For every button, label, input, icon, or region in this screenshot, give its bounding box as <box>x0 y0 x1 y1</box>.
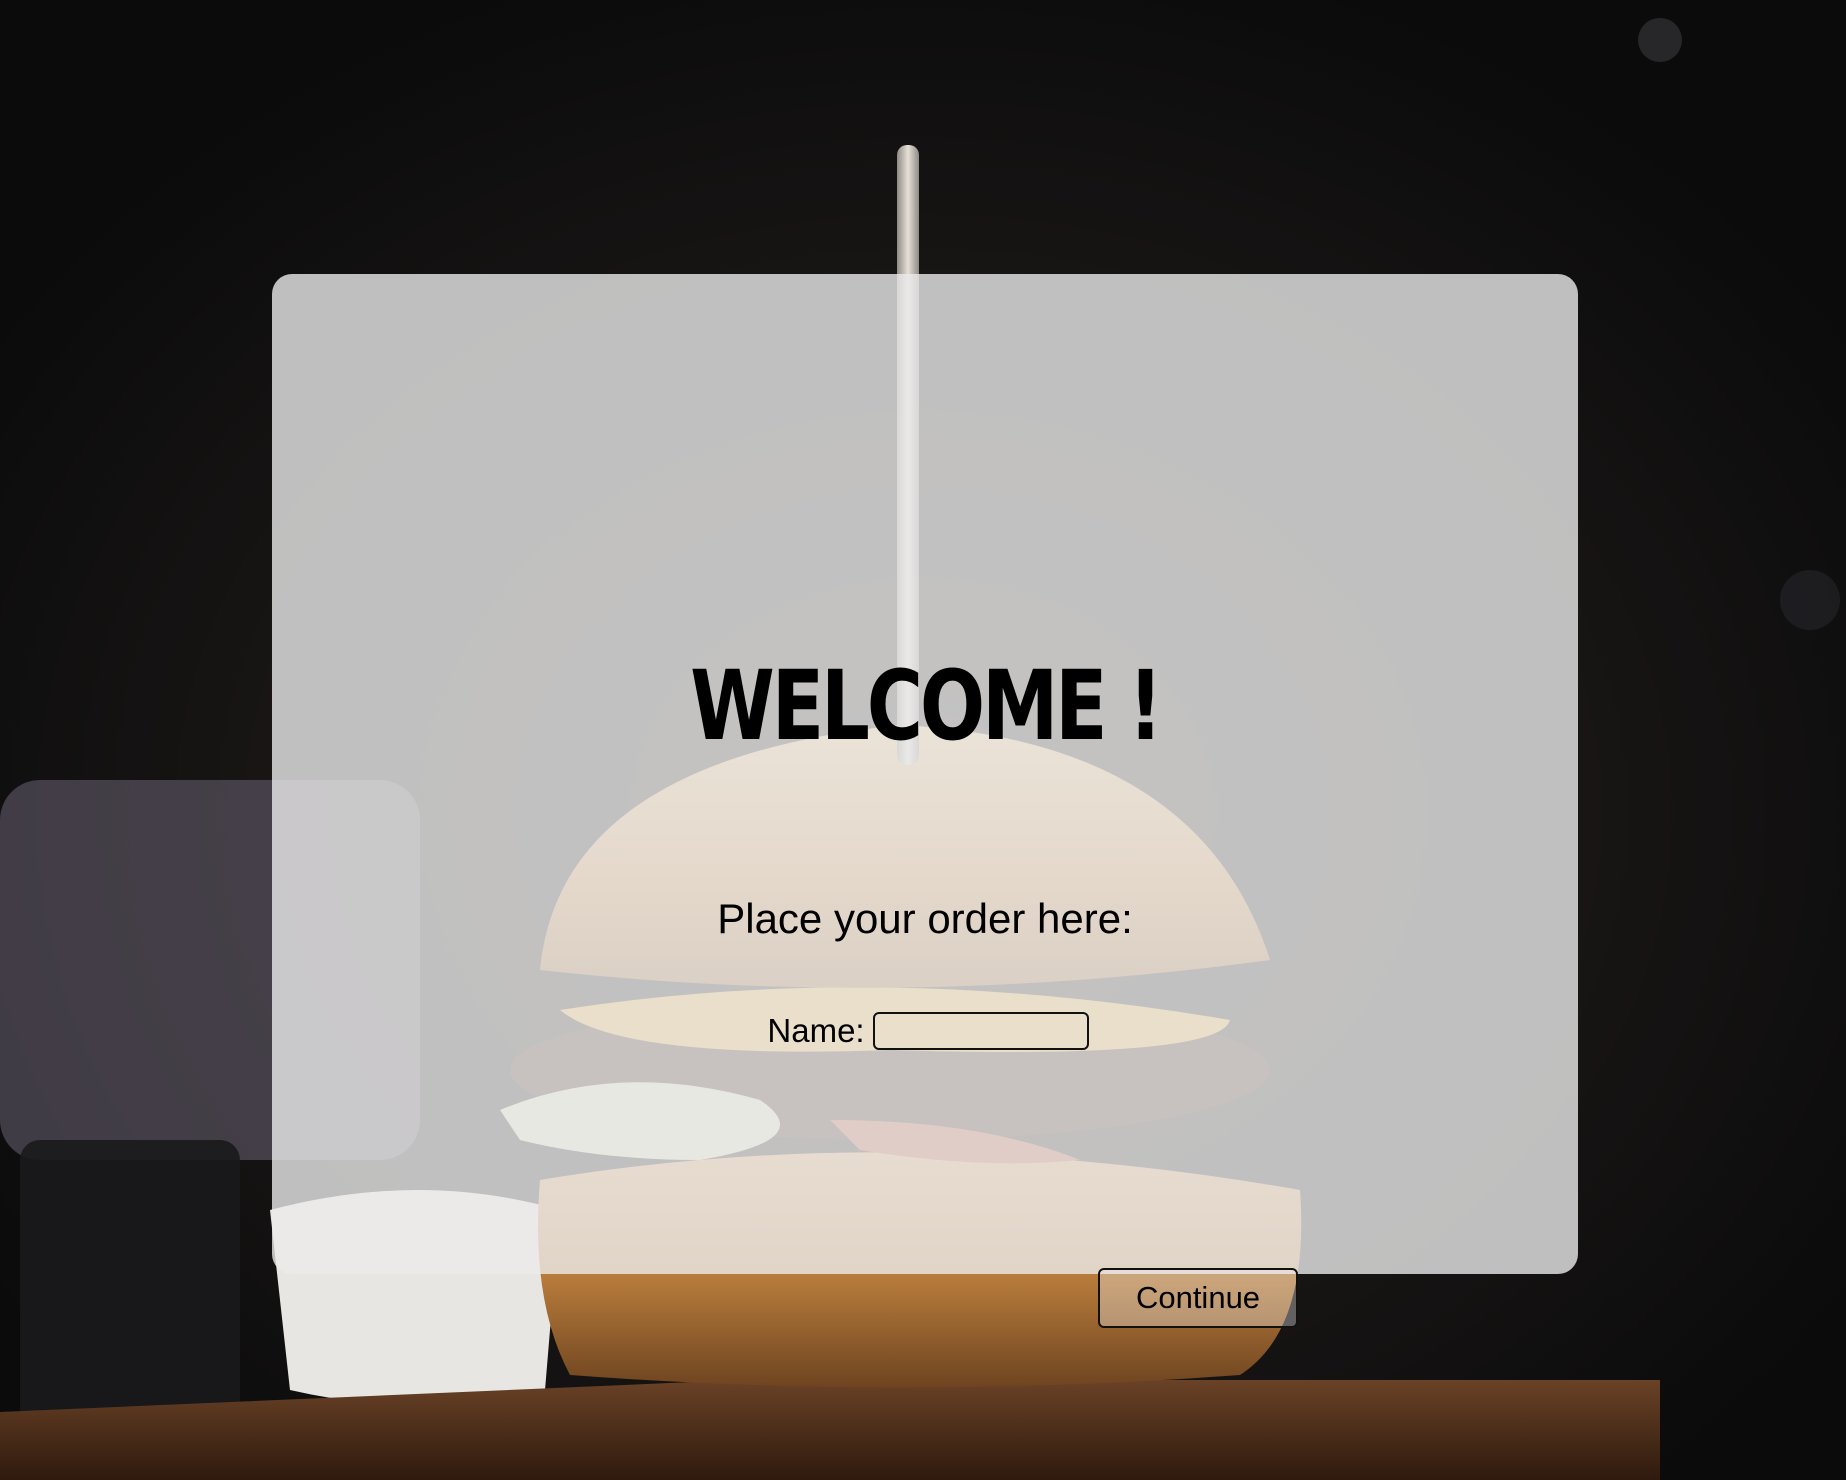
name-field-row: Name: <box>272 1010 1578 1052</box>
name-label: Name: <box>767 1012 865 1049</box>
order-heading: Place your order here: <box>717 895 1133 942</box>
page-title: WELCOME ! <box>690 650 1163 762</box>
welcome-card: WELCOME ! Place your order here: Name: C… <box>272 274 1578 1328</box>
name-input[interactable] <box>872 1012 1089 1050</box>
continue-button[interactable]: Continue <box>1098 1268 1298 1328</box>
